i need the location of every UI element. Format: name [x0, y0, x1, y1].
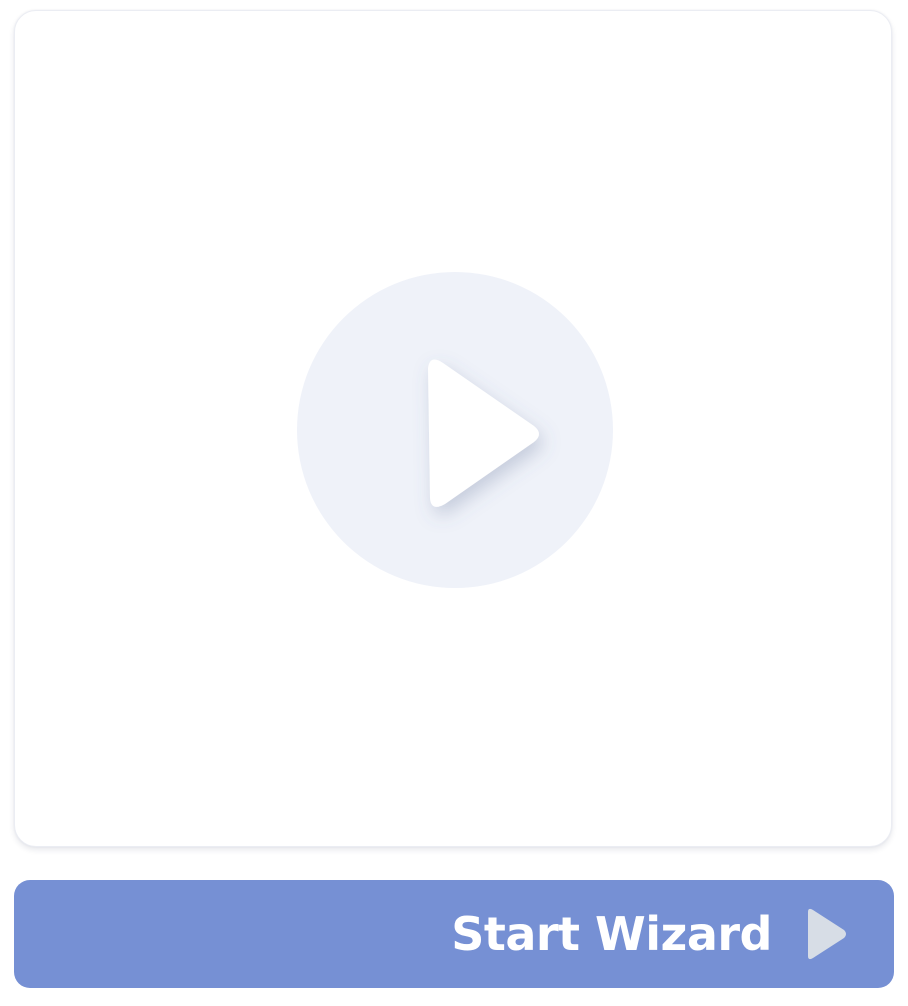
play-button[interactable]: [297, 272, 613, 588]
video-player[interactable]: [14, 10, 892, 847]
play-arrow-icon: [806, 907, 848, 961]
start-wizard-label: Start Wizard: [451, 907, 772, 961]
page: Start Wizard: [0, 0, 908, 1006]
play-icon: [428, 359, 539, 507]
start-wizard-button[interactable]: Start Wizard: [14, 880, 894, 988]
